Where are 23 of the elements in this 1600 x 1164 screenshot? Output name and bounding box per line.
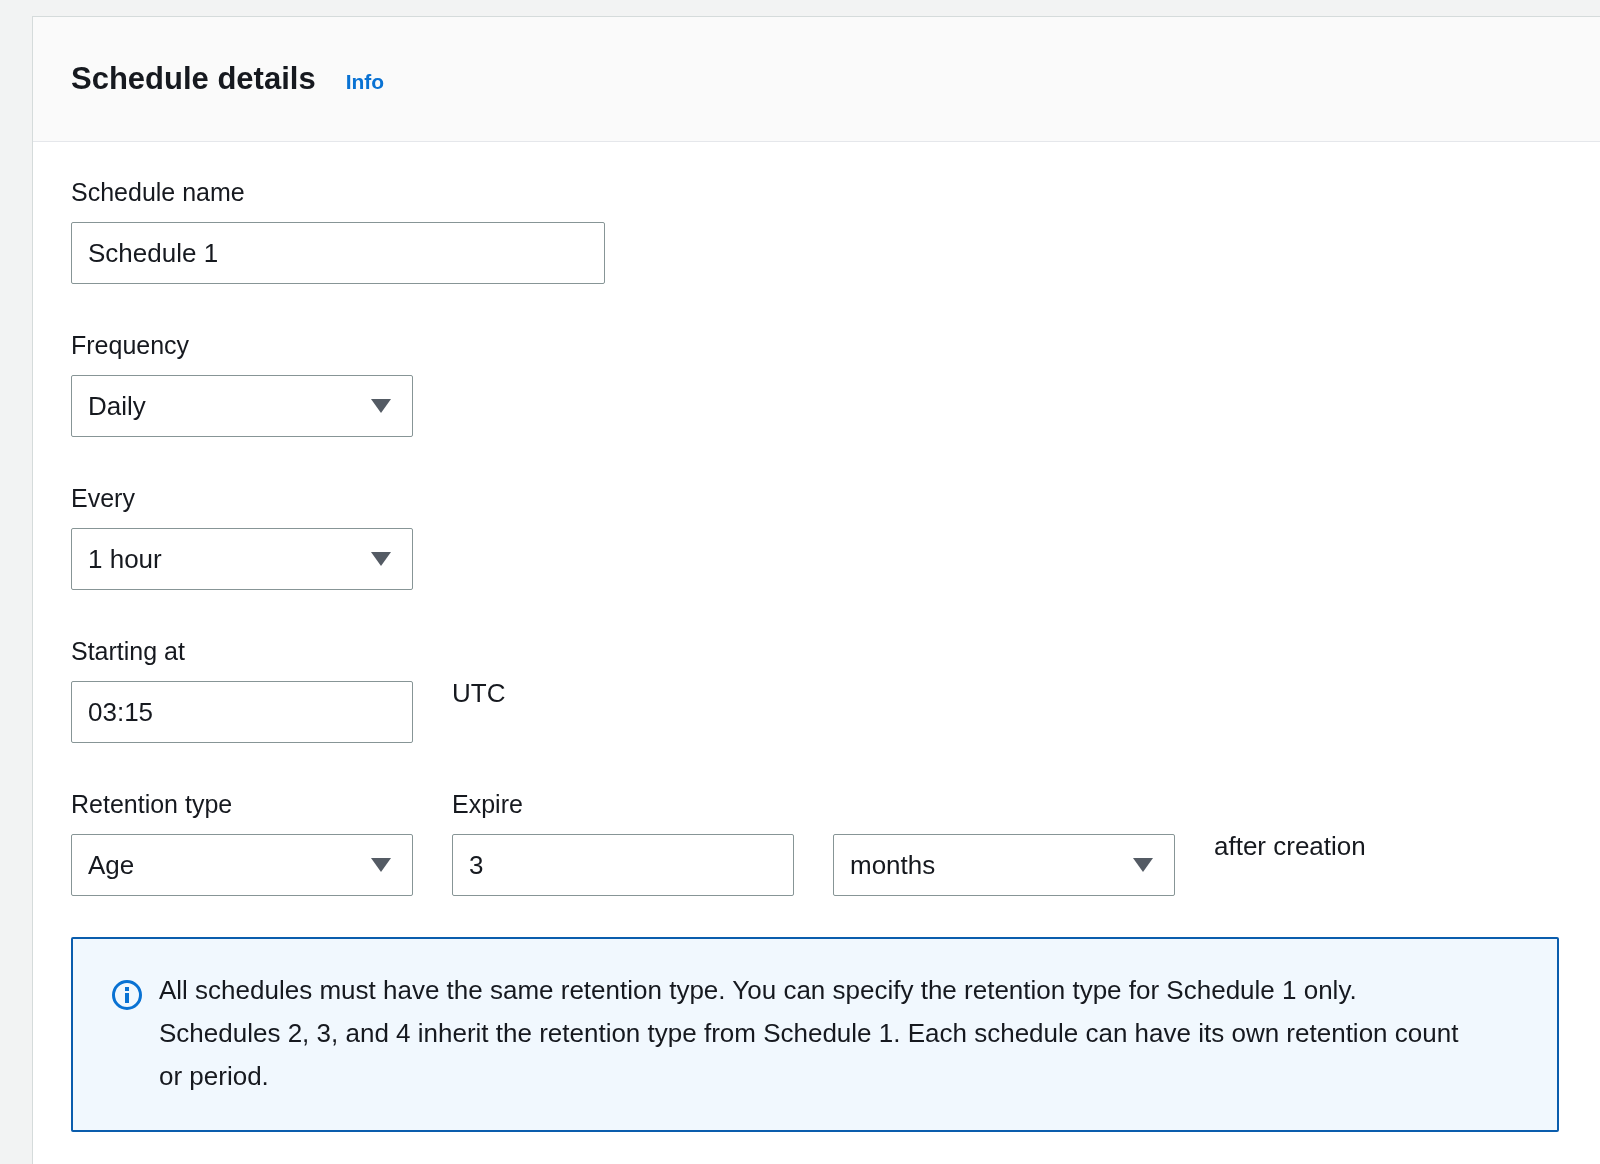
dropdown[interactable]: months [833,834,1175,896]
field-label: Expire [452,789,524,820]
info-icon [111,979,143,1011]
dropdown[interactable]: Daily [71,375,413,437]
input-field[interactable]: 3 [452,834,794,896]
alert-message: All schedules must have the same retention type. You can specify the retention type for Schedule 1 only. Schedules 2, 3, and 4 inherit the retention type from Schedule 1. Each schedule can have its own retention count or period. [159,974,1460,1093]
caret-down-icon [370,857,392,873]
field-label: Every [71,483,136,514]
suffix-text: UTC [452,677,506,710]
field-label: Schedule name [71,177,246,208]
field-label: Starting at [71,636,186,667]
info-link[interactable]: Info [345,66,385,98]
field-label: Retention type [71,789,234,820]
input-field[interactable]: 03:15 [71,681,413,743]
caret-down-icon [370,398,392,414]
caret-down-icon [1132,857,1154,873]
dropdown[interactable]: Age [71,834,413,896]
suffix-text: after creation [1214,830,1366,863]
input-field[interactable]: Schedule 1 [71,222,605,284]
field-label: Frequency [71,330,191,361]
panel-title: Schedule details [71,59,316,98]
dropdown[interactable]: 1 hour [71,528,413,590]
caret-down-icon [370,551,392,567]
